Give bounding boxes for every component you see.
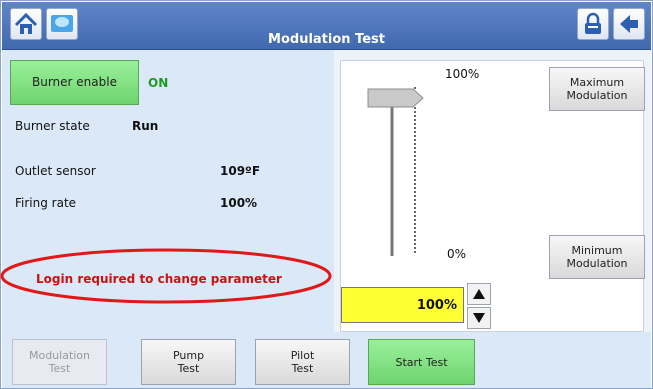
lock-button[interactable] xyxy=(577,8,609,40)
burner-state-label: Burner state xyxy=(15,119,90,133)
start-test-button[interactable]: Start Test xyxy=(368,339,475,385)
down-arrow-icon xyxy=(473,313,485,323)
outlet-sensor-label: Outlet sensor xyxy=(15,164,96,178)
firing-rate-label: Firing rate xyxy=(15,196,77,210)
maximum-modulation-button[interactable]: Maximum Modulation xyxy=(549,67,645,111)
back-arrow-icon xyxy=(620,15,638,33)
up-arrow-icon xyxy=(473,289,485,299)
status-panel: Burner enable ON Burner state Run Outlet… xyxy=(0,50,334,332)
page-title: Modulation Test xyxy=(268,32,385,47)
burner-enable-value: ON xyxy=(148,76,169,90)
modulation-gauge xyxy=(367,87,424,256)
modulation-chart: 100% 0% Maximum Modulation Minimum Modul… xyxy=(340,60,645,332)
tab-pump-test[interactable]: Pump Test xyxy=(141,339,236,385)
tab-pilot-test[interactable]: Pilot Test xyxy=(255,339,350,385)
modulation-value-field[interactable]: 100% xyxy=(341,287,464,323)
tab-modulation-test[interactable]: Modulation Test xyxy=(12,339,107,385)
max-percent-label: 100% xyxy=(445,67,480,81)
min-percent-label: 0% xyxy=(447,247,467,261)
decrease-button[interactable] xyxy=(467,307,491,329)
lock-icon xyxy=(585,12,601,34)
bottom-tab-bar: Modulation Test Pump Test Pilot Test Sta… xyxy=(2,332,651,388)
firing-rate-value: 100% xyxy=(220,196,258,210)
gauge-pointer[interactable] xyxy=(367,88,424,108)
login-highlight-oval xyxy=(0,248,332,304)
outlet-sensor-value: 109ºF xyxy=(220,164,261,178)
increase-button[interactable] xyxy=(467,283,491,305)
minimum-modulation-button[interactable]: Minimum Modulation xyxy=(549,235,645,279)
burner-state-value: Run xyxy=(132,119,159,133)
modulation-panel: 100% 0% Maximum Modulation Minimum Modul… xyxy=(334,50,651,332)
back-button[interactable] xyxy=(613,8,645,40)
screen-frame: Modulation Test Burner enable ON Burner … xyxy=(0,0,653,389)
title-bar: Modulation Test xyxy=(2,2,651,50)
modulation-value: 100% xyxy=(416,298,457,313)
burner-enable-button[interactable]: Burner enable xyxy=(10,60,139,105)
